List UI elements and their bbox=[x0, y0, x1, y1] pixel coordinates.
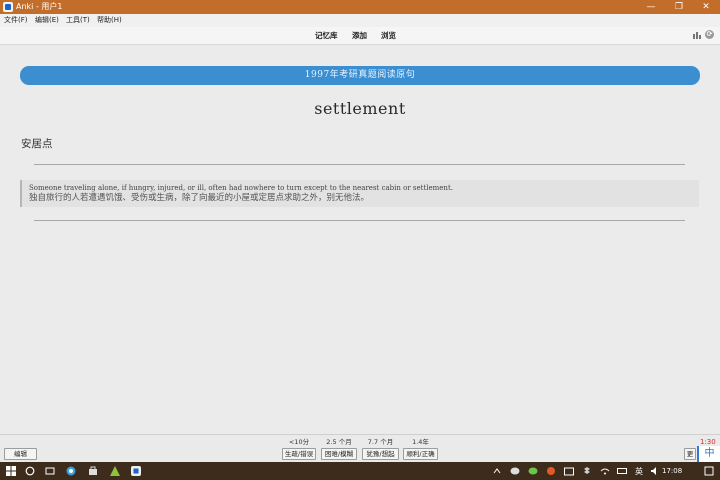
card-meaning: 安居点 bbox=[21, 138, 53, 150]
minimize-button[interactable]: — bbox=[637, 0, 665, 14]
notification-icon[interactable] bbox=[704, 466, 714, 476]
anki-taskbar-icon[interactable] bbox=[131, 466, 141, 476]
example-english: Someone traveling alone, if hungry, inju… bbox=[29, 184, 453, 192]
answer-again-button[interactable]: 生疏/错误 bbox=[282, 448, 316, 460]
main-toolbar: 记忆库 添加 浏览 ⟳ bbox=[0, 27, 720, 45]
dropbox-icon[interactable] bbox=[582, 466, 592, 476]
anki-app-icon bbox=[3, 2, 13, 12]
task-view-icon[interactable] bbox=[45, 466, 55, 476]
taskbar-clock[interactable]: 17:08 bbox=[662, 466, 682, 476]
chevron-up-icon[interactable] bbox=[492, 466, 502, 476]
network-icon[interactable] bbox=[600, 466, 610, 476]
window-title: Anki - 用户1 bbox=[16, 2, 63, 11]
windows-taskbar: 英 17:08 bbox=[0, 462, 720, 480]
interval-again: <10分 bbox=[288, 438, 310, 446]
card-word: settlement bbox=[314, 99, 406, 118]
search-icon[interactable] bbox=[25, 466, 35, 476]
store-icon[interactable] bbox=[88, 466, 98, 476]
toolbar-decks-link[interactable]: 记忆库 bbox=[315, 31, 338, 41]
bar-chart-icon[interactable] bbox=[693, 31, 701, 39]
toolbar-add-link[interactable]: 添加 bbox=[352, 31, 367, 41]
deck-banner: 1997年考研真题阅读原句 bbox=[20, 66, 700, 85]
menu-help[interactable]: 帮助(H) bbox=[97, 16, 122, 25]
interval-hard: 2.5 个月 bbox=[326, 438, 352, 446]
divider-bottom bbox=[34, 220, 685, 221]
ime-indicator[interactable]: 中 bbox=[697, 446, 720, 462]
browser-icon[interactable] bbox=[66, 466, 76, 476]
folder-icon[interactable] bbox=[564, 466, 574, 476]
menu-tools[interactable]: 工具(T) bbox=[66, 16, 90, 25]
interval-good: 7.7 个月 bbox=[367, 438, 394, 446]
divider-top bbox=[34, 164, 685, 165]
toolbar-browse-link[interactable]: 浏览 bbox=[381, 31, 396, 41]
menu-file[interactable]: 文件(F) bbox=[4, 16, 28, 25]
close-button[interactable]: ✕ bbox=[692, 0, 720, 14]
security-icon[interactable] bbox=[546, 466, 556, 476]
volume-icon[interactable] bbox=[650, 466, 660, 476]
answer-bar: 编辑 <10分 生疏/错误 2.5 个月 困难/模糊 7.7 个月 犹豫/想起 … bbox=[0, 434, 720, 462]
answer-good-button[interactable]: 犹豫/想起 bbox=[362, 448, 399, 460]
svg-text:英: 英 bbox=[635, 466, 643, 476]
more-button[interactable]: 更 bbox=[684, 448, 696, 460]
maximize-button[interactable]: ❐ bbox=[665, 0, 693, 14]
sync-icon[interactable]: ⟳ bbox=[705, 30, 714, 39]
menu-edit[interactable]: 编辑(E) bbox=[35, 16, 59, 25]
edit-button[interactable]: 编辑 bbox=[4, 448, 37, 460]
app-icon[interactable] bbox=[110, 466, 120, 476]
answer-easy-button[interactable]: 顺利/正确 bbox=[403, 448, 438, 460]
input-method-icon[interactable]: 英 bbox=[634, 466, 644, 476]
example-sentence-box: Someone traveling alone, if hungry, inju… bbox=[20, 180, 699, 207]
wechat-icon[interactable] bbox=[510, 466, 520, 476]
answer-hard-button[interactable]: 困难/模糊 bbox=[321, 448, 357, 460]
chat-icon[interactable] bbox=[528, 466, 538, 476]
windows-start-icon[interactable] bbox=[6, 466, 16, 476]
interval-easy: 1.4年 bbox=[412, 438, 429, 446]
menu-bar: 文件(F) 编辑(E) 工具(T) 帮助(H) bbox=[0, 14, 720, 27]
title-bar: Anki - 用户1 — ❐ ✕ bbox=[0, 0, 720, 14]
example-chinese: 独自旅行的人若遭遇饥饿、受伤或生病，除了向最近的小屋或定居点求助之外，别无他法。 bbox=[29, 193, 370, 203]
keyboard-icon[interactable] bbox=[617, 466, 627, 476]
